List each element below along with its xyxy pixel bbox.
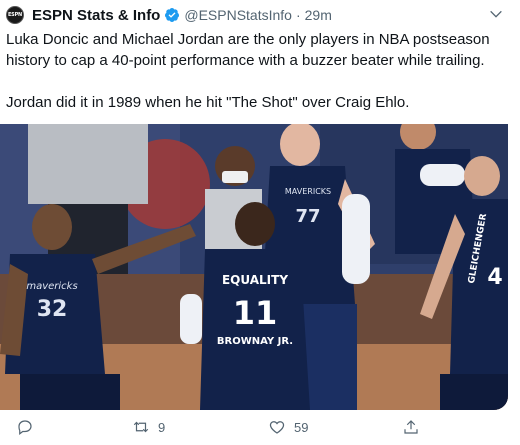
verified-badge-icon [165, 8, 180, 22]
reply-icon [18, 420, 32, 435]
jersey-center-wordmark: EQUALITY [222, 273, 288, 287]
jersey-center-number: 11 [233, 294, 278, 332]
avatar-logo-text: ESPN [7, 12, 23, 18]
author-avatar[interactable]: ESPN [6, 6, 24, 24]
tweet-text: Luka Doncic and Michael Jordan are the o… [6, 29, 511, 113]
jersey-center-name: BROWNAY JR. [217, 336, 293, 347]
tweet-photo[interactable]: mavericks 32 MAVERICKS 77 EQUALITY 11 BR… [0, 124, 508, 410]
jersey-left-wordmark: mavericks [26, 281, 77, 292]
share-button[interactable] [402, 418, 428, 436]
heart-icon [269, 421, 285, 434]
jersey-top-number: 77 [295, 206, 320, 227]
author-name[interactable]: ESPN Stats & Info [32, 7, 160, 24]
separator-dot: · [295, 7, 301, 23]
retweet-count: 9 [158, 419, 166, 435]
share-icon [404, 420, 418, 434]
retweet-button[interactable]: 9 [132, 418, 165, 436]
like-button[interactable]: 59 [268, 418, 308, 436]
jersey-left-number: 32 [37, 297, 68, 322]
tweet-text-paragraph-2: Jordan did it in 1989 when he hit "The S… [6, 94, 410, 111]
like-count: 59 [294, 419, 309, 435]
tweet-text-paragraph-1: Luka Doncic and Michael Jordan are the o… [6, 31, 490, 69]
tweet-timestamp[interactable]: 29m [305, 7, 332, 23]
tweet: ESPN ESPN Stats & Info @ESPNStatsInfo · … [0, 0, 520, 445]
jersey-right-number: 4 [487, 265, 502, 290]
tweet-header: ESPN ESPN Stats & Info @ESPNStatsInfo · … [6, 6, 332, 24]
tweet-actions: 9 59 [0, 418, 520, 440]
reply-button[interactable] [16, 418, 42, 436]
chevron-down-icon[interactable] [488, 6, 504, 22]
photo-illustration: mavericks 32 MAVERICKS 77 EQUALITY 11 BR… [0, 124, 508, 410]
retweet-icon [133, 421, 149, 433]
jersey-top-wordmark: MAVERICKS [285, 187, 331, 196]
author-handle[interactable]: @ESPNStatsInfo [184, 7, 292, 23]
